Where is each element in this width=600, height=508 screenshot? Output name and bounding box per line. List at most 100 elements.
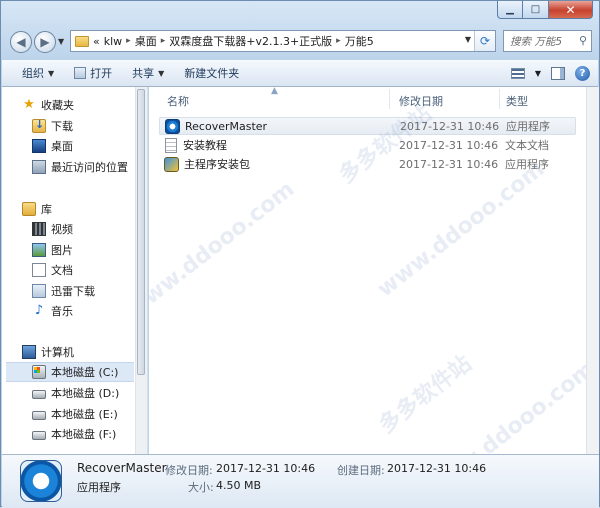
share-menu[interactable]: 共享 ▼ <box>122 60 174 86</box>
sidebar-item-label: 桌面 <box>51 140 73 153</box>
forward-button[interactable]: ▶ <box>34 31 56 53</box>
sidebar-item-recent[interactable]: 最近访问的位置 <box>32 157 147 177</box>
sidebar-item-drive-e[interactable]: 本地磁盘 (E:) <box>32 404 147 424</box>
file-date: 2017-12-31 10:46 <box>400 119 500 133</box>
breadcrumb-downloader-folder[interactable]: 双霖度盘下载器+v2.1.3+正式版 <box>169 33 332 49</box>
column-header-name[interactable]: 名称 <box>167 93 189 109</box>
organize-label: 组织 <box>22 67 44 80</box>
breadcrumb-chevron-icon[interactable]: ▸ <box>161 36 166 46</box>
preview-pane-icon[interactable] <box>551 66 565 80</box>
file-name-cell: 主程序安装包 <box>164 156 250 172</box>
sidebar-scrollbar-thumb[interactable] <box>137 89 145 375</box>
sidebar-item-label: 文档 <box>51 264 73 277</box>
file-type: 应用程序 <box>505 158 549 171</box>
open-label: 打开 <box>90 67 113 80</box>
close-button[interactable]: ✕ <box>549 1 593 19</box>
search-placeholder: 搜索 万能5 <box>510 35 563 48</box>
folder-icon <box>75 35 89 47</box>
music-icon: ♪ <box>34 303 44 318</box>
sort-ascending-icon: ▲ <box>271 87 278 96</box>
watermark-url: www.ddooo.com <box>372 156 550 303</box>
sidebar-item-label: 本地磁盘 (E:) <box>51 408 118 421</box>
sidebar-item-label: 最近访问的位置 <box>51 161 128 174</box>
details-size-label: 大小: <box>188 481 214 494</box>
breadcrumb-current-folder[interactable]: 万能5 <box>345 33 374 49</box>
help-icon[interactable]: ? <box>575 65 590 81</box>
view-mode-icon[interactable] <box>510 67 525 79</box>
pictures-icon <box>32 243 46 257</box>
sidebar-item-drive-d[interactable]: 本地磁盘 (D:) <box>32 383 147 403</box>
sidebar-item-drive-c[interactable]: 本地磁盘 (C:) <box>6 362 134 382</box>
file-name: 主程序安装包 <box>184 158 250 171</box>
file-name: RecoverMaster <box>185 119 268 133</box>
recent-pages-dropdown[interactable]: ▼ <box>58 37 64 46</box>
open-button[interactable]: 打开 <box>64 60 122 86</box>
sidebar-favorites-header[interactable]: ★ 收藏夹 <box>22 95 147 115</box>
back-button[interactable]: ◀ <box>10 31 32 53</box>
file-type: 文本文档 <box>505 139 549 152</box>
organize-menu[interactable]: 组织 ▼ <box>2 60 64 86</box>
address-bar[interactable]: « klw ▸ 桌面 ▸ 双霖度盘下载器+v2.1.3+正式版 ▸ 万能5 ▼ … <box>70 30 496 52</box>
details-modified-label: 修改日期: <box>165 464 213 477</box>
sidebar-item-music[interactable]: ♪ 音乐 <box>32 301 147 321</box>
sidebar-scrollbar[interactable] <box>135 87 147 454</box>
watermark-url: www.ddooo.com <box>422 356 586 454</box>
documents-icon <box>32 263 46 277</box>
column-header-type[interactable]: 类型 <box>506 93 528 109</box>
minimize-button[interactable]: ▁ <box>497 1 523 19</box>
address-history-dropdown[interactable]: ▼ <box>465 35 471 44</box>
app-icon <box>165 118 180 134</box>
drive-icon <box>32 431 46 440</box>
sidebar-item-documents[interactable]: 文档 <box>32 260 147 280</box>
drive-icon <box>32 390 46 399</box>
recovermaster-app-icon <box>20 460 62 502</box>
details-pane: RecoverMaster 应用程序 修改日期: 2017-12-31 10:4… <box>2 454 599 508</box>
search-box[interactable]: 搜索 万能5 ⚲ <box>503 30 592 52</box>
search-icon[interactable]: ⚲ <box>579 34 587 47</box>
recent-places-icon <box>32 160 46 174</box>
share-label: 共享 <box>132 67 155 80</box>
sidebar-item-label: 下载 <box>51 120 73 133</box>
breadcrumb-klw[interactable]: klw <box>104 35 122 48</box>
column-divider[interactable] <box>389 89 390 109</box>
column-header-date[interactable]: 修改日期 <box>399 93 443 109</box>
breadcrumb-chevron-icon[interactable]: ▸ <box>336 36 341 46</box>
file-date: 2017-12-31 10:46 <box>399 138 499 152</box>
file-row[interactable]: 主程序安装包 2017-12-31 10:46 应用程序 <box>159 155 576 173</box>
sidebar-item-downloads[interactable]: 下载 <box>32 116 147 136</box>
window-controls: ▁ □ ✕ <box>497 1 593 19</box>
sidebar-item-label: 本地磁盘 (C:) <box>51 366 119 379</box>
details-created-value: 2017-12-31 10:46 <box>387 462 487 475</box>
file-name-cell: RecoverMaster <box>165 118 268 134</box>
file-type: 应用程序 <box>506 120 550 133</box>
view-chevron-down-icon[interactable]: ▼ <box>535 69 541 78</box>
maximize-button[interactable]: □ <box>523 1 549 19</box>
sidebar-computer-header[interactable]: 计算机 <box>22 342 147 362</box>
sidebar-item-label: 计算机 <box>41 346 74 359</box>
sidebar-item-label: 本地磁盘 (D:) <box>51 387 120 400</box>
file-list: ▲ 名称 修改日期 类型 RecoverMaster 2017-12-31 10… <box>149 87 586 454</box>
column-header-row: ▲ 名称 修改日期 类型 <box>149 87 586 112</box>
sidebar-item-drive-f[interactable]: 本地磁盘 (F:) <box>32 424 147 444</box>
watermark-url: www.ddooo.com <box>149 176 300 323</box>
sidebar-item-label: 音乐 <box>51 305 73 318</box>
sidebar-libraries-header[interactable]: 库 <box>22 199 147 219</box>
refresh-button[interactable]: ⟳ <box>474 31 495 51</box>
column-divider[interactable] <box>499 89 500 109</box>
breadcrumb-desktop[interactable]: 桌面 <box>135 33 157 49</box>
library-icon <box>22 202 36 216</box>
open-icon <box>74 67 87 79</box>
file-list-scrollbar[interactable] <box>586 87 599 454</box>
sidebar-item-desktop[interactable]: 桌面 <box>32 136 147 156</box>
sidebar-item-pictures[interactable]: 图片 <box>32 240 147 260</box>
video-icon <box>32 222 46 236</box>
breadcrumb-chevron-icon[interactable]: ▸ <box>126 36 131 46</box>
new-folder-label: 新建文件夹 <box>184 67 240 80</box>
file-row[interactable]: 安装教程 2017-12-31 10:46 文本文档 <box>159 136 576 154</box>
new-folder-button[interactable]: 新建文件夹 <box>174 60 249 86</box>
file-row[interactable]: RecoverMaster 2017-12-31 10:46 应用程序 <box>159 117 576 135</box>
sidebar-item-videos[interactable]: 视频 <box>32 219 147 239</box>
sidebar-item-xunlei[interactable]: 迅雷下载 <box>32 281 147 301</box>
sidebar-item-label: 视频 <box>51 223 73 236</box>
breadcrumb-overflow[interactable]: « <box>93 35 100 48</box>
